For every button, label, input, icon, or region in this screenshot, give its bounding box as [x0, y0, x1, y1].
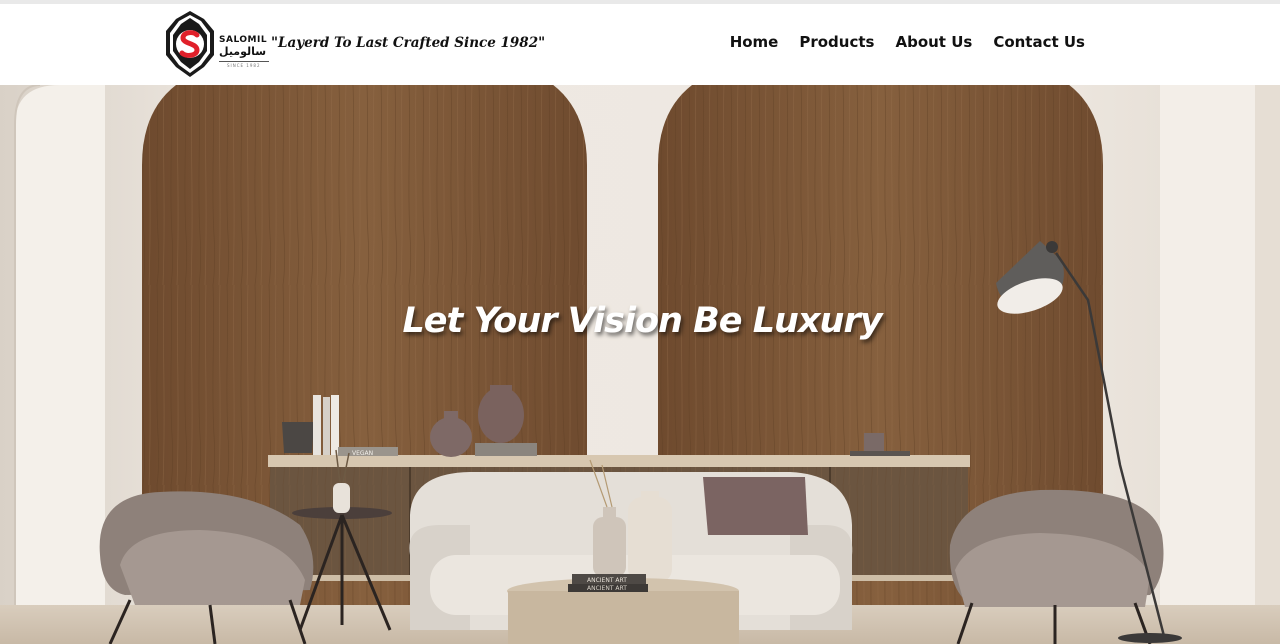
main-nav: Home Products About Us Contact Us: [730, 33, 1085, 51]
brand-name-en: SALOMIL: [219, 35, 268, 45]
brand-logo[interactable]: SALOMIL سالوميل SINCE 1982: [163, 9, 273, 79]
hero-interior-image: VEGAN ANCIENT ART ANCIENT ART: [0, 85, 1280, 644]
hero-banner: VEGAN ANCIENT ART ANCIENT ART Let Your V…: [0, 85, 1280, 644]
hero-title: Let Your Vision Be Luxury: [402, 301, 882, 341]
brand-since: SINCE 1982: [227, 63, 261, 68]
brand-tagline: "Layerd To Last Crafted Since 1982": [271, 35, 546, 51]
nav-about-us[interactable]: About Us: [895, 33, 972, 51]
nav-products[interactable]: Products: [799, 33, 874, 51]
brand-divider: [219, 61, 269, 62]
book-label-ancient-art-top: ANCIENT ART: [587, 577, 627, 584]
nav-contact-us[interactable]: Contact Us: [993, 33, 1085, 51]
salomil-s-emblem-icon: [166, 11, 214, 77]
nav-home[interactable]: Home: [730, 33, 779, 51]
brand-name-ar: سالوميل: [219, 45, 267, 58]
book-label-vegan: VEGAN: [352, 450, 373, 457]
site-header: SALOMIL سالوميل SINCE 1982 "Layerd To La…: [0, 4, 1280, 85]
book-label-ancient-art-bottom: ANCIENT ART: [587, 585, 627, 592]
